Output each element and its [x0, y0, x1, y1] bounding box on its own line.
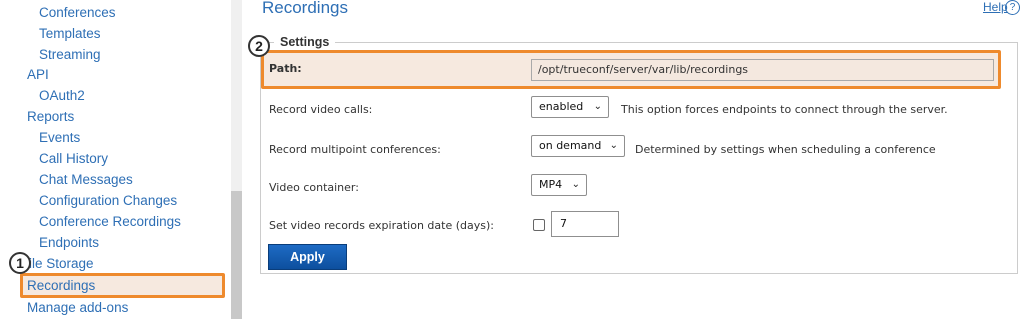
expiration-label: Set video records expiration date (days)… [269, 219, 494, 232]
sidebar-item-file-storage[interactable]: ile Storage [29, 253, 94, 274]
sidebar-item-conferences[interactable]: Conferences [39, 2, 116, 23]
sidebar-item-templates[interactable]: Templates [39, 23, 101, 44]
help-link[interactable]: Help [983, 0, 1008, 14]
chevron-down-icon: ⌄ [593, 101, 602, 112]
record-video-calls-select[interactable]: enabled ⌄ [531, 96, 609, 118]
apply-button[interactable]: Apply [268, 244, 347, 270]
record-video-calls-value: enabled [539, 100, 584, 113]
sidebar-item-recordings[interactable]: Recordings [20, 273, 225, 298]
settings-legend: Settings [274, 35, 336, 49]
sidebar-scrollbar-thumb[interactable] [231, 191, 242, 319]
video-container-select[interactable]: MP4 ⌄ [531, 174, 587, 196]
sidebar-item-manage-add-ons[interactable]: Manage add-ons [27, 297, 128, 318]
sidebar-item-endpoints[interactable]: Endpoints [39, 232, 99, 253]
record-multipoint-hint: Determined by settings when scheduling a… [635, 143, 936, 156]
path-label: Path: [269, 62, 302, 75]
sidebar-item-reports[interactable]: Reports [27, 106, 74, 127]
sidebar: Conferences Templates Streaming API OAut… [0, 0, 230, 319]
video-container-value: MP4 [539, 178, 563, 191]
sidebar-item-conference-recordings[interactable]: Conference Recordings [39, 211, 181, 232]
record-video-calls-label: Record video calls: [269, 103, 373, 116]
expiration-checkbox[interactable] [533, 219, 545, 231]
sidebar-item-chat-messages[interactable]: Chat Messages [39, 169, 133, 190]
sidebar-item-call-history[interactable]: Call History [39, 148, 108, 169]
video-container-label: Video container: [269, 181, 359, 194]
page-title: Recordings [262, 0, 348, 17]
step-badge-2: 2 [248, 35, 270, 57]
sidebar-item-streaming[interactable]: Streaming [39, 44, 101, 65]
path-input[interactable]: /opt/trueconf/server/var/lib/recordings [531, 59, 994, 81]
sidebar-item-events[interactable]: Events [39, 127, 80, 148]
step-badge-1: 1 [9, 252, 31, 274]
record-multipoint-value: on demand [539, 139, 602, 152]
sidebar-item-api[interactable]: API [27, 64, 49, 85]
sidebar-item-configuration-changes[interactable]: Configuration Changes [39, 190, 177, 211]
record-multipoint-label: Record multipoint conferences: [269, 143, 441, 156]
chevron-down-icon: ⌄ [609, 140, 618, 151]
record-video-calls-hint: This option forces endpoints to connect … [621, 103, 948, 116]
record-multipoint-select[interactable]: on demand ⌄ [531, 135, 625, 157]
help-icon[interactable]: ? [1005, 0, 1020, 15]
sidebar-item-oauth2[interactable]: OAuth2 [39, 85, 85, 106]
expiration-days-input[interactable]: 7 [551, 211, 619, 237]
chevron-down-icon: ⌄ [571, 179, 580, 190]
